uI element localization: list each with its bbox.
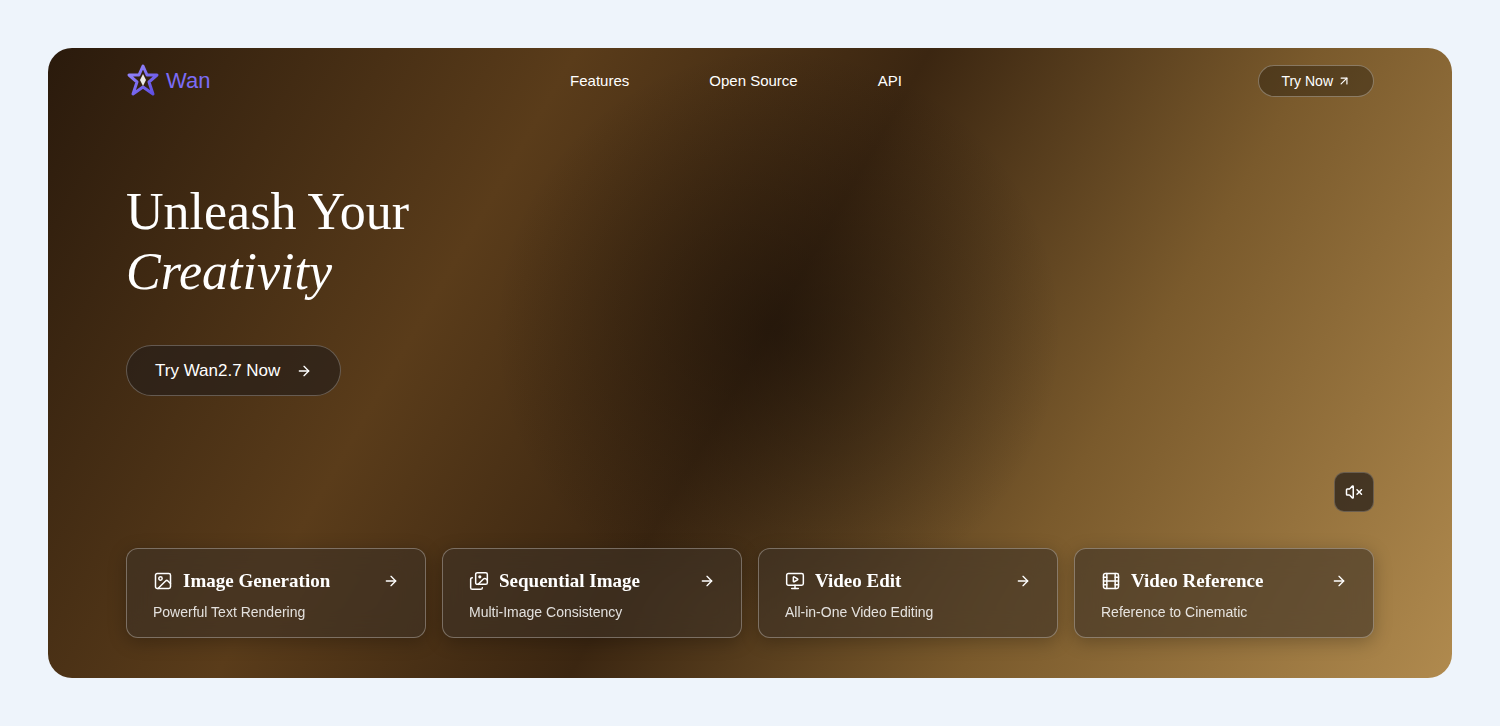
arrow-right-icon (699, 573, 715, 589)
nav-link[interactable]: Features (570, 70, 629, 93)
feature-icon (1101, 571, 1121, 591)
feature-subtitle: Multi-Image Consistency (469, 603, 715, 621)
hero-title: Unleash YourCreativity (126, 182, 1374, 302)
nav-link[interactable]: Open Source (709, 70, 797, 93)
feature-card[interactable]: Video Edit All-in-One Video Editing (758, 548, 1058, 638)
arrow-right-icon (1015, 573, 1031, 589)
mute-button[interactable] (1334, 472, 1374, 512)
page: Wan Features Open Source API Try Now Unleash … (0, 0, 1500, 726)
logo-star-icon (126, 64, 160, 98)
try-wan-button[interactable]: Try Wan2.7 Now (126, 345, 341, 396)
arrow-up-right-icon (1337, 74, 1351, 88)
speaker-muted-icon (1345, 483, 1363, 501)
arrow-right-icon (383, 573, 399, 589)
feature-cards: Image Generation Powerful Text Rendering S… (126, 548, 1374, 638)
arrow-right-icon (296, 363, 312, 379)
feature-title: Video Reference (1131, 569, 1263, 593)
feature-icon (785, 571, 805, 591)
feature-card[interactable]: Video Reference Reference to Cinematic (1074, 548, 1374, 638)
feature-subtitle: All-in-One Video Editing (785, 603, 1031, 621)
feature-card[interactable]: Image Generation Powerful Text Rendering (126, 548, 426, 638)
feature-title: Video Edit (815, 569, 901, 593)
feature-icon (469, 571, 489, 591)
feature-subtitle: Reference to Cinematic (1101, 603, 1347, 621)
arrow-right-icon (1331, 573, 1347, 589)
feature-title: Sequential Image (499, 569, 640, 593)
hero-card: Wan Features Open Source API Try Now Unleash … (48, 48, 1452, 678)
logo[interactable]: Wan (126, 64, 210, 98)
try-now-button[interactable]: Try Now (1258, 65, 1374, 97)
feature-title: Image Generation (183, 569, 330, 593)
feature-card[interactable]: Sequential Image Multi-Image Consistency (442, 548, 742, 638)
feature-subtitle: Powerful Text Rendering (153, 603, 399, 621)
feature-icon (153, 571, 173, 591)
nav-link[interactable]: API (878, 70, 902, 93)
top-nav: Wan Features Open Source API Try Now (126, 64, 1374, 96)
